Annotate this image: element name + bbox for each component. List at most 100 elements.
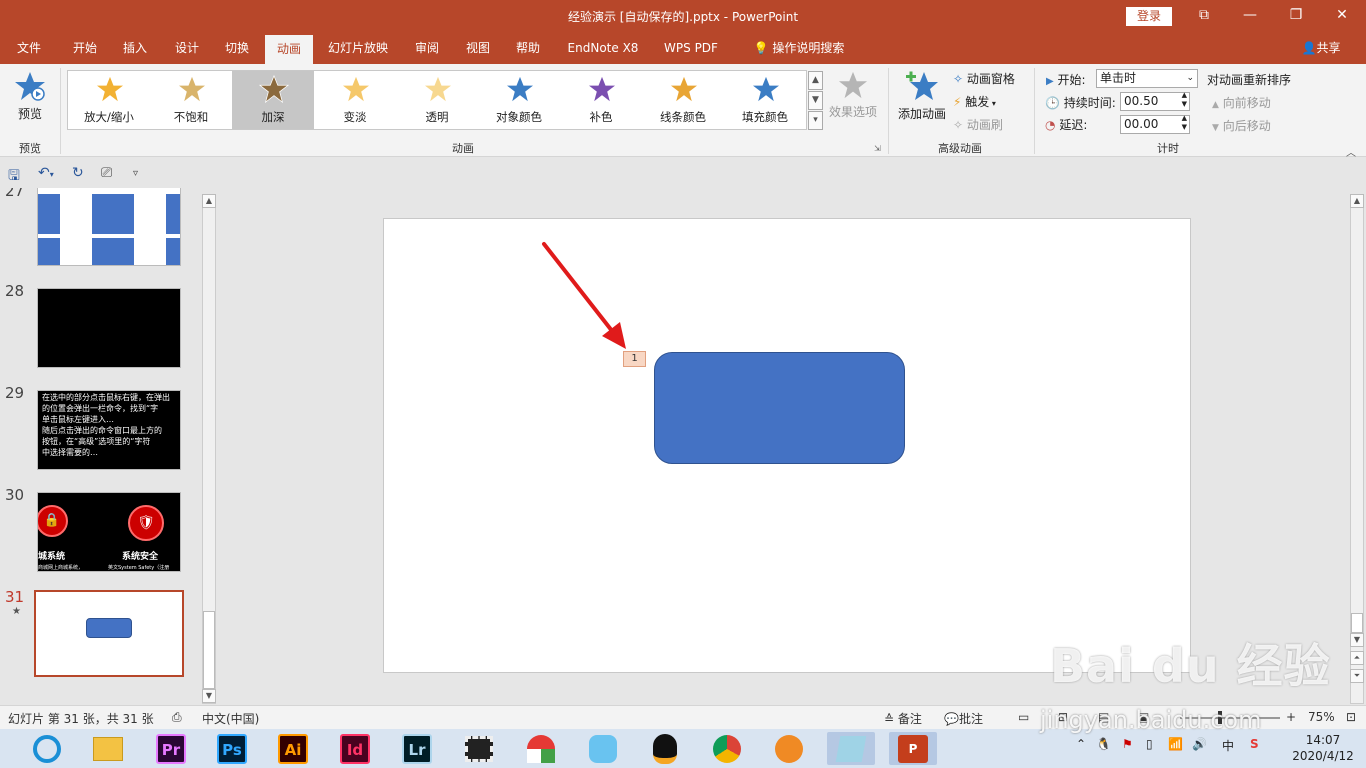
tab-slideshow[interactable]: 幻灯片放映 — [322, 32, 394, 64]
tab-endnote[interactable]: EndNote X8 — [562, 32, 644, 64]
slide-number: 31 — [5, 588, 25, 606]
collapse-ribbon-icon[interactable]: ︿ — [1346, 144, 1356, 159]
slide-thumbnail-current[interactable] — [34, 590, 184, 677]
add-animation-button[interactable]: 添加动画 — [896, 70, 948, 122]
animation-painter-button[interactable]: ✧ 动画刷 — [953, 116, 1003, 133]
orange-app-icon[interactable] — [765, 732, 813, 765]
close-button[interactable]: ✕ — [1319, 0, 1365, 32]
volume-icon[interactable]: 🔊 — [1192, 737, 1207, 751]
animation-effect-7[interactable]: 线条颜色 — [642, 71, 724, 129]
zoom-in-button[interactable]: + — [1286, 710, 1296, 724]
start-from-beginning-icon[interactable]: ⎚ — [101, 165, 112, 181]
fit-to-window-icon[interactable]: ⊡ — [1346, 710, 1356, 724]
tab-transitions[interactable]: 切换 — [214, 32, 260, 64]
rounded-rectangle-shape[interactable] — [654, 352, 905, 464]
video-editor-icon[interactable] — [455, 732, 503, 765]
tell-me-search[interactable]: 💡 操作说明搜索 — [744, 32, 854, 64]
thumb-scroll-up[interactable]: ▲ — [202, 194, 216, 208]
animation-effect-label: 填充颜色 — [742, 110, 788, 124]
file-explorer-icon[interactable] — [84, 732, 132, 765]
indesign-icon[interactable]: Id — [331, 732, 379, 765]
slide-thumbnail[interactable]: 在选中的部分点击鼠标右键，在弹出 的位置会弹出一栏命令，找到“字 单击鼠标左键进… — [37, 390, 181, 470]
editor-scroll-thumb[interactable] — [1351, 613, 1363, 633]
thumb-text-line: 按钮，在“高级”选项里的“字符 — [42, 437, 151, 446]
delay-value: 00.00 — [1124, 117, 1159, 131]
undo-icon[interactable]: ↶▾ — [38, 165, 54, 181]
save-icon[interactable]: 🖫 — [8, 165, 20, 189]
animation-effect-0[interactable]: 放大/缩小 — [68, 71, 150, 129]
comments-button[interactable]: 💬批注 — [944, 710, 983, 727]
ie-icon[interactable] — [23, 732, 71, 765]
slide-thumbnail[interactable]: 🔒 🛡 城系统 系统安全 商城网上商城系统， 英文System Safety（注… — [37, 492, 181, 572]
chrome-icon[interactable] — [703, 732, 751, 765]
customize-qat-icon[interactable]: ▿ — [133, 168, 138, 179]
dialog-launcher-icon[interactable]: ⇲ — [874, 144, 881, 153]
premiere-icon[interactable]: Pr — [147, 732, 195, 765]
slide-thumbnail[interactable] — [37, 188, 181, 266]
ribbon-display-icon[interactable]: ⧉ — [1181, 0, 1227, 32]
animation-effect-5[interactable]: 对象颜色 — [478, 71, 560, 129]
effect-options-button[interactable]: 效果选项 — [826, 70, 880, 120]
zoom-level[interactable]: 75% — [1308, 710, 1335, 724]
duration-input[interactable]: 00.50 ▲ ▼ — [1120, 91, 1190, 111]
thumb-scroll-down[interactable]: ▼ — [202, 689, 216, 703]
tab-animations[interactable]: 动画 — [265, 35, 313, 64]
animation-effect-8[interactable]: 填充颜色 — [724, 71, 806, 129]
move-earlier-button[interactable]: ▲ 向前移动 — [1212, 94, 1271, 111]
tray-expand-icon[interactable]: ⌃ — [1076, 737, 1086, 751]
normal-view-icon[interactable]: ▭ — [1018, 710, 1029, 724]
gallery-scroll-up[interactable]: ▲ — [808, 71, 823, 90]
tab-help[interactable]: 帮助 — [505, 32, 551, 64]
thumb-scroll-thumb[interactable] — [203, 611, 215, 689]
spelling-icon[interactable]: ⎙ — [172, 710, 182, 725]
battery-icon[interactable]: ▯ — [1146, 737, 1153, 751]
animation-pane-button[interactable]: ✧ 动画窗格 — [953, 70, 1015, 87]
preview-button[interactable]: 预览 — [10, 70, 50, 132]
login-button[interactable]: 登录 — [1126, 7, 1172, 26]
trigger-button[interactable]: ⚡ 触发 ▾ — [953, 93, 996, 110]
security-tray-icon[interactable]: ⚑ — [1122, 737, 1133, 751]
minimize-button[interactable]: — — [1227, 0, 1273, 32]
animation-effect-2[interactable]: 加深 — [232, 71, 314, 129]
animation-effect-1[interactable]: 不饱和 — [150, 71, 232, 129]
start-select[interactable]: 单击时 ⌄ — [1096, 69, 1198, 88]
umbrella-app-icon[interactable] — [517, 732, 565, 765]
animation-effect-6[interactable]: 补色 — [560, 71, 642, 129]
delay-icon: ◔ — [1045, 118, 1056, 132]
delay-input[interactable]: 00.00 ▲ ▼ — [1120, 114, 1190, 134]
share-button[interactable]: 👤共享 — [1296, 32, 1346, 64]
next-slide-button[interactable]: ⏷ — [1350, 669, 1364, 683]
tab-wps-pdf[interactable]: WPS PDF — [658, 32, 724, 64]
system-clock[interactable]: 14:07 2020/4/12 — [1288, 732, 1358, 764]
tab-design[interactable]: 设计 — [164, 32, 210, 64]
qq-icon[interactable] — [641, 732, 689, 765]
sogou-ime-icon[interactable]: S — [1250, 737, 1259, 751]
move-later-button[interactable]: ▼ 向后移动 — [1212, 117, 1271, 134]
editor-scroll-up[interactable]: ▲ — [1350, 194, 1364, 208]
language-indicator[interactable]: 中文(中国) — [202, 710, 259, 727]
powerpoint-icon[interactable]: P — [889, 732, 937, 765]
notes-button[interactable]: ≙ 备注 — [884, 710, 922, 727]
tab-home[interactable]: 开始 — [62, 32, 108, 64]
ime-indicator[interactable]: 中 — [1222, 737, 1234, 754]
cat-app-icon[interactable] — [579, 732, 627, 765]
lightroom-icon[interactable]: Lr — [393, 732, 441, 765]
qq-tray-icon[interactable]: 🐧 — [1096, 737, 1111, 751]
editor-scroll-down[interactable]: ▼ — [1350, 633, 1364, 647]
animation-effect-3[interactable]: 变淡 — [314, 71, 396, 129]
animation-effect-4[interactable]: 透明 — [396, 71, 478, 129]
network-icon[interactable]: 📶 — [1168, 737, 1183, 751]
photoshop-icon[interactable]: Ps — [208, 732, 256, 765]
gallery-more[interactable]: ▾ — [808, 111, 823, 130]
maximize-button[interactable]: ❐ — [1273, 0, 1319, 32]
tab-file[interactable]: 文件 — [6, 32, 52, 64]
tab-review[interactable]: 审阅 — [404, 32, 450, 64]
tab-insert[interactable]: 插入 — [112, 32, 158, 64]
notes-app-icon[interactable] — [827, 732, 875, 765]
redo-icon[interactable]: ↻ — [72, 165, 84, 181]
previous-slide-button[interactable]: ⏶ — [1350, 651, 1364, 665]
slide-thumbnail[interactable] — [37, 288, 181, 368]
illustrator-icon[interactable]: Ai — [269, 732, 317, 765]
gallery-scroll-down[interactable]: ▼ — [808, 91, 823, 110]
tab-view[interactable]: 视图 — [455, 32, 501, 64]
